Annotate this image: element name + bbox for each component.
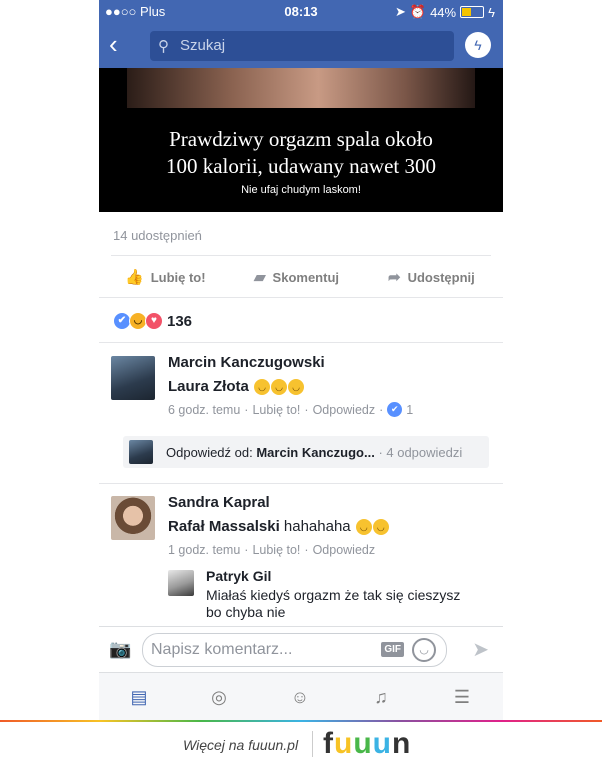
- notifications-icon[interactable]: ♫: [369, 685, 393, 709]
- like-badge-icon: ✔: [387, 402, 403, 417]
- love-reaction-icon: ♥: [145, 312, 163, 330]
- logo-letter: u: [353, 727, 373, 760]
- comment-time: 1 godz. temu: [168, 543, 241, 557]
- comment-input[interactable]: Napisz komentarz... GIF ◡: [142, 633, 447, 667]
- location-icon: ➤: [394, 4, 406, 19]
- reply-preview-text: Odpowiedź od: Marcin Kanczugo... · 4 odp…: [166, 445, 462, 460]
- comment-text: Laura Złota ◡ ◡ ◡: [168, 378, 305, 396]
- comment-mention[interactable]: Laura Złota: [168, 378, 249, 395]
- friends-icon[interactable]: ☺: [288, 685, 312, 709]
- battery-percent: 44%: [430, 4, 457, 20]
- footer-separator: [312, 731, 313, 757]
- search-input[interactable]: ⚲ Szukaj: [150, 31, 454, 61]
- reply-author: Marcin Kanczugo...: [256, 445, 375, 460]
- comment-author[interactable]: Marcin Kanczugowski: [168, 354, 325, 371]
- camera-icon[interactable]: 📷: [109, 639, 131, 660]
- avatar[interactable]: [111, 496, 155, 540]
- laughing-emoji-icon: ◡: [271, 379, 288, 396]
- post-photo: [127, 68, 475, 108]
- comment-author[interactable]: Sandra Kapral: [168, 494, 270, 511]
- news-feed-icon[interactable]: ▤: [127, 685, 151, 709]
- back-button[interactable]: ‹: [109, 30, 118, 58]
- comment-label: Skomentuj: [272, 269, 340, 285]
- reply-count: · 4 odpowiedzi: [378, 445, 463, 460]
- comment-button[interactable]: ▰ Skomentuj: [254, 268, 339, 286]
- avatar[interactable]: [168, 570, 194, 596]
- comment-like-link[interactable]: Lubię to!: [252, 543, 300, 557]
- comment-like-link[interactable]: Lubię to!: [252, 403, 300, 417]
- rainbow-divider: [0, 720, 602, 722]
- reply-text-line-1: Miałaś kiedyś orgazm że tak się cieszysz: [206, 587, 461, 603]
- logo-letter: f: [323, 727, 334, 760]
- gif-button[interactable]: GIF: [381, 642, 404, 657]
- headline-line-2: 100 kalorii, udawany nawet 300: [165, 154, 437, 178]
- search-placeholder: Szukaj: [180, 37, 226, 54]
- like-label: Lubię to!: [150, 269, 206, 285]
- alarm-icon: ⏰: [409, 4, 427, 19]
- logo-letter: u: [334, 727, 354, 760]
- divider: [99, 483, 503, 484]
- smile-emoji-icon: ◡: [355, 519, 372, 536]
- laughing-emoji-icon: ◡: [288, 379, 305, 396]
- logo-letter: n: [391, 727, 412, 760]
- comment-reply-link[interactable]: Odpowiedz: [313, 543, 376, 557]
- comment-composer: 📷 Napisz komentarz... GIF ◡ ➤: [99, 626, 503, 673]
- status-bar: ●●○○ Plus 08:13 ➤ ⏰ 44% ϟ: [99, 0, 503, 22]
- messenger-icon[interactable]: ϟ: [465, 32, 491, 58]
- avatar: [129, 440, 153, 464]
- reactions-summary[interactable]: ✔ ◡ ♥ 136: [113, 312, 192, 330]
- share-icon: ➦: [388, 269, 401, 286]
- laughing-emoji-icon: ◡: [254, 379, 271, 396]
- like-button[interactable]: 👍 Lubię to!: [125, 268, 206, 286]
- share-button[interactable]: ➦ Udostępnij: [388, 268, 475, 286]
- battery-fill: [462, 8, 471, 16]
- post-headline: Prawdziwy orgazm spala około 100 kalorii…: [99, 126, 503, 180]
- phone-screen: ●●○○ Plus 08:13 ➤ ⏰ 44% ϟ ‹ ⚲ Szukaj ϟ P…: [99, 0, 503, 720]
- top-navbar: ‹ ⚲ Szukaj ϟ: [99, 22, 503, 68]
- sticker-icon[interactable]: ◡: [412, 638, 436, 662]
- share-label: Udostępnij: [407, 269, 475, 285]
- comment-reply-link[interactable]: Odpowiedz: [313, 403, 376, 417]
- reply-author[interactable]: Patryk Gil: [206, 568, 271, 584]
- reaction-count: 136: [167, 312, 193, 330]
- camera-tab-icon[interactable]: ◎: [207, 685, 231, 709]
- laughing-emoji-icon: ◡: [372, 519, 389, 536]
- logo-letter: u: [372, 727, 392, 760]
- comment-like-count: 1: [406, 402, 414, 417]
- comment-body: hahahaha: [283, 518, 351, 535]
- footer-text[interactable]: Więcej na fuuun.pl: [183, 737, 298, 753]
- share-count[interactable]: 14 udostępnień: [113, 228, 202, 243]
- divider: [111, 255, 491, 256]
- reply-text: Miałaś kiedyś orgazm że tak się cieszysz…: [206, 587, 460, 621]
- send-icon[interactable]: ➤: [472, 637, 489, 662]
- status-right: ➤ ⏰ 44% ϟ: [395, 4, 495, 20]
- comment-placeholder: Napisz komentarz...: [151, 641, 293, 658]
- avatar[interactable]: [111, 356, 155, 400]
- bottom-tab-bar: ▤ ◎ ☺ ♫ ☰: [99, 672, 503, 720]
- comment-icon: ▰: [254, 269, 266, 286]
- divider: [99, 297, 503, 298]
- post-image[interactable]: Prawdziwy orgazm spala około 100 kalorii…: [99, 68, 503, 212]
- comment-mention[interactable]: Rafał Massalski: [168, 518, 280, 535]
- menu-icon[interactable]: ☰: [450, 685, 474, 709]
- reply-prefix: Odpowiedź od:: [166, 445, 257, 460]
- search-icon: ⚲: [158, 38, 169, 55]
- reply-preview[interactable]: Odpowiedź od: Marcin Kanczugo... · 4 odp…: [123, 436, 489, 468]
- comment-time: 6 godz. temu: [168, 402, 241, 417]
- post-subline: Nie ufaj chudym laskom!: [241, 184, 361, 196]
- headline-line-1: Prawdziwy orgazm spala około: [169, 127, 433, 151]
- comment-meta: 6 godz. temu · Lubię to! · Odpowiedz · ✔…: [168, 402, 414, 417]
- fuuun-logo[interactable]: fuuun: [323, 727, 411, 761]
- battery-icon: [460, 6, 485, 18]
- post-actions: 👍 Lubię to! ▰ Skomentuj ➦ Udostępnij: [99, 258, 503, 296]
- reply-text-line-2: bo chyba nie: [206, 604, 286, 620]
- comment-text: Rafał Massalski hahahaha ◡ ◡: [168, 518, 389, 536]
- divider: [99, 342, 503, 343]
- comment-meta: 1 godz. temu · Lubię to! · Odpowiedz: [168, 543, 376, 557]
- charging-icon: ϟ: [488, 4, 495, 20]
- thumbs-up-icon: 👍: [125, 269, 144, 286]
